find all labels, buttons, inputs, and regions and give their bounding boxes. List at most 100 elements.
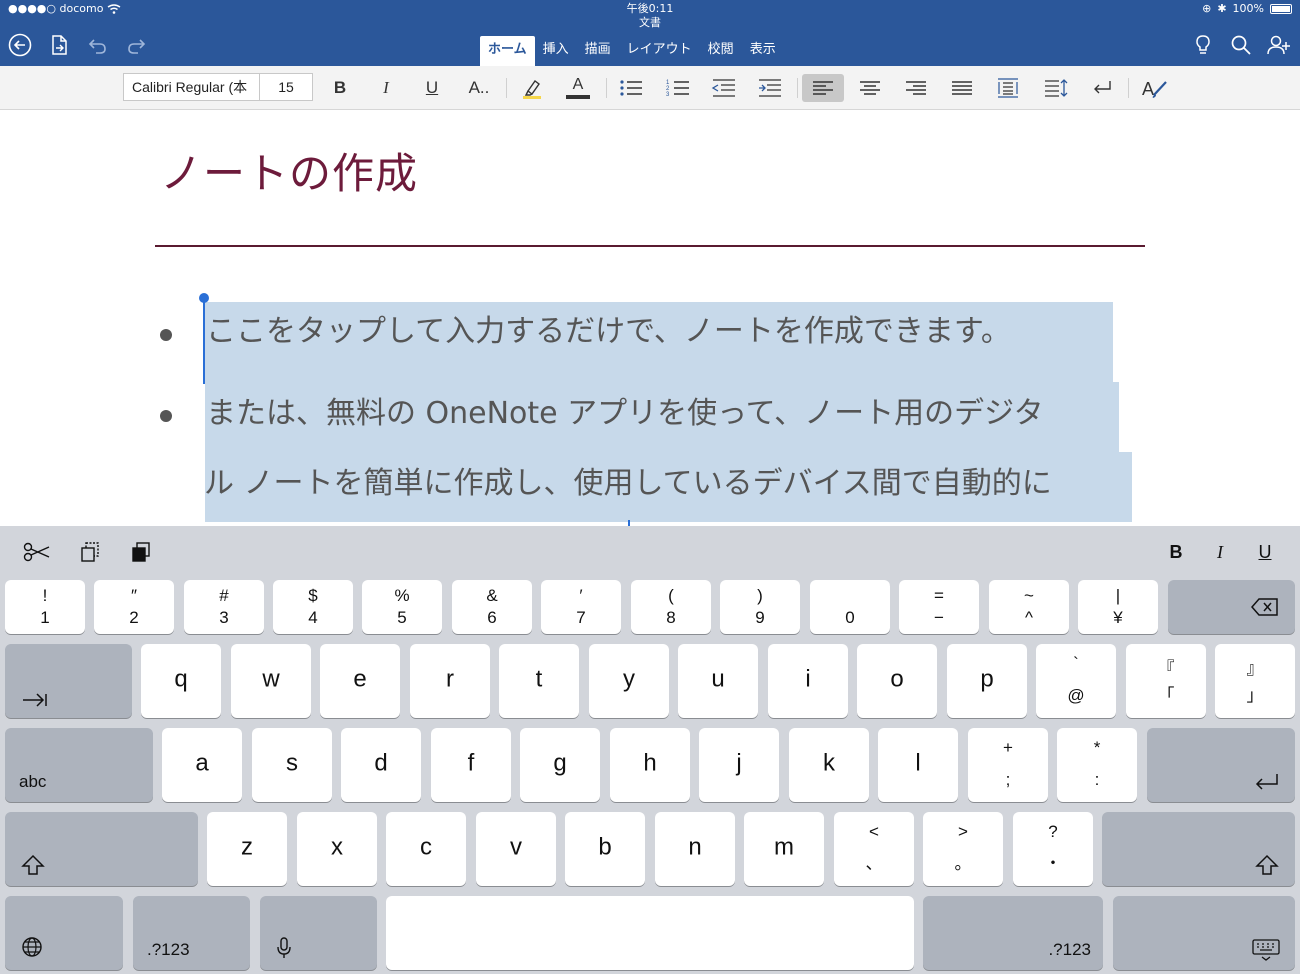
key-2[interactable]: ″ 2 bbox=[94, 580, 174, 634]
key-1[interactable]: ! 1 bbox=[5, 580, 85, 634]
tab-home[interactable]: ホーム bbox=[480, 36, 535, 66]
key-8[interactable]: (8 bbox=[631, 580, 711, 634]
tab-insert[interactable]: 挿入 bbox=[535, 36, 577, 66]
font-size-field[interactable]: 15 bbox=[260, 79, 312, 95]
key-e[interactable]: e bbox=[320, 644, 400, 718]
italic-button[interactable]: I bbox=[368, 74, 404, 102]
shift-key-right[interactable] bbox=[1102, 812, 1295, 886]
keyboard-underline-button[interactable]: U bbox=[1250, 538, 1280, 566]
document-title[interactable]: ノートの作成 bbox=[160, 140, 418, 201]
key-t[interactable]: t bbox=[499, 644, 579, 718]
key-0[interactable]: 0 bbox=[810, 580, 890, 634]
paragraph-line[interactable]: ル ノートを簡単に作成し、使用しているデバイス間で自動的に bbox=[204, 464, 1052, 504]
dictation-key[interactable] bbox=[260, 896, 377, 970]
hide-keyboard-key[interactable] bbox=[1113, 896, 1295, 970]
underline-button[interactable]: U bbox=[414, 74, 450, 102]
back-button[interactable] bbox=[7, 32, 33, 58]
paragraph-line[interactable]: または、無料の OneNote アプリを使って、ノート用のデジタ bbox=[206, 394, 1044, 434]
key-m[interactable]: m bbox=[744, 812, 824, 886]
redo-button[interactable] bbox=[124, 32, 150, 58]
key-yen[interactable]: | ¥ bbox=[1078, 580, 1158, 634]
line-spacing-button[interactable] bbox=[1038, 74, 1074, 102]
tab-review[interactable]: 校閲 bbox=[700, 36, 742, 66]
increase-indent-button[interactable] bbox=[752, 74, 788, 102]
font-formatting-button[interactable]: A.. bbox=[461, 74, 497, 102]
key-k[interactable]: k bbox=[789, 728, 869, 802]
key-c[interactable]: c bbox=[386, 812, 466, 886]
key-w[interactable]: w bbox=[231, 644, 311, 718]
key-9[interactable]: ) 9 bbox=[720, 580, 800, 634]
show-marks-button[interactable] bbox=[1084, 74, 1120, 102]
key-y[interactable]: y bbox=[589, 644, 669, 718]
search-button[interactable] bbox=[1228, 32, 1254, 58]
key-period[interactable]: >。 bbox=[923, 812, 1003, 886]
key-z[interactable]: z bbox=[207, 812, 287, 886]
key-d[interactable]: d bbox=[341, 728, 421, 802]
key-semicolon[interactable]: +; bbox=[968, 728, 1048, 802]
key-f[interactable]: f bbox=[431, 728, 511, 802]
numbering-button[interactable]: 123 bbox=[660, 74, 696, 102]
tell-me-button[interactable] bbox=[1190, 32, 1216, 58]
tab-draw[interactable]: 描画 bbox=[577, 36, 619, 66]
shift-key-left[interactable] bbox=[5, 812, 198, 886]
key-at[interactable]: ` @ bbox=[1036, 644, 1116, 718]
bullets-button[interactable] bbox=[613, 74, 649, 102]
delete-key[interactable] bbox=[1168, 580, 1295, 634]
font-selector[interactable]: Calibri Regular (本 15 bbox=[123, 73, 313, 101]
space-key[interactable] bbox=[386, 896, 914, 970]
tab-layout[interactable]: レイアウト bbox=[619, 36, 700, 66]
document-canvas[interactable]: ノートの作成 ここをタップして入力するだけで、ノートを作成できます。 または、無… bbox=[0, 110, 1300, 526]
key-v[interactable]: v bbox=[476, 812, 556, 886]
share-button[interactable] bbox=[1266, 32, 1292, 58]
paste-button[interactable] bbox=[126, 538, 156, 566]
globe-key[interactable] bbox=[5, 896, 123, 970]
justify-button[interactable] bbox=[944, 74, 980, 102]
key-p[interactable]: p bbox=[947, 644, 1027, 718]
file-button[interactable] bbox=[46, 32, 72, 58]
key-u[interactable]: u bbox=[678, 644, 758, 718]
paragraph-line[interactable]: ここをタップして入力するだけで、ノートを作成できます。 bbox=[206, 312, 1011, 352]
key-o[interactable]: o bbox=[857, 644, 937, 718]
key-n[interactable]: n bbox=[655, 812, 735, 886]
key-comma[interactable]: <、 bbox=[834, 812, 914, 886]
key-open-bracket[interactable]: 『「 bbox=[1126, 644, 1206, 718]
key-b[interactable]: b bbox=[565, 812, 645, 886]
key-q[interactable]: q bbox=[141, 644, 221, 718]
font-name-field[interactable]: Calibri Regular (本 bbox=[124, 74, 260, 100]
key-a[interactable]: a bbox=[162, 728, 242, 802]
numbers-key-left[interactable]: .?123 bbox=[133, 896, 250, 970]
key-close-bracket[interactable]: 』」 bbox=[1215, 644, 1295, 718]
key-minus[interactable]: = − bbox=[899, 580, 979, 634]
key-s[interactable]: s bbox=[252, 728, 332, 802]
key-question[interactable]: ? ・ bbox=[1013, 812, 1093, 886]
key-x[interactable]: x bbox=[297, 812, 377, 886]
copy-button[interactable] bbox=[75, 538, 105, 566]
keyboard-bold-button[interactable]: B bbox=[1161, 538, 1191, 566]
align-left-button[interactable] bbox=[802, 74, 844, 102]
return-key[interactable] bbox=[1147, 728, 1295, 802]
highlight-button[interactable] bbox=[514, 74, 550, 102]
key-r[interactable]: r bbox=[410, 644, 490, 718]
styles-button[interactable]: A bbox=[1138, 74, 1174, 102]
key-colon[interactable]: *: bbox=[1057, 728, 1137, 802]
cut-button[interactable] bbox=[22, 538, 52, 566]
key-4[interactable]: $4 bbox=[273, 580, 353, 634]
key-3[interactable]: #3 bbox=[184, 580, 264, 634]
decrease-indent-button[interactable] bbox=[706, 74, 742, 102]
key-g[interactable]: g bbox=[520, 728, 600, 802]
key-5[interactable]: % 5 bbox=[362, 580, 442, 634]
tab-view[interactable]: 表示 bbox=[742, 36, 784, 66]
numbers-key-right[interactable]: .?123 bbox=[923, 896, 1103, 970]
key-i[interactable]: i bbox=[768, 644, 848, 718]
paragraph-spacing-button[interactable] bbox=[990, 74, 1026, 102]
tab-key[interactable] bbox=[5, 644, 132, 718]
bold-button[interactable]: B bbox=[322, 74, 358, 102]
undo-button[interactable] bbox=[84, 32, 110, 58]
keyboard-italic-button[interactable]: I bbox=[1205, 538, 1235, 566]
key-caret[interactable]: ~ ^ bbox=[989, 580, 1069, 634]
key-j[interactable]: j bbox=[699, 728, 779, 802]
key-7[interactable]: ′ 7 bbox=[541, 580, 621, 634]
align-right-button[interactable] bbox=[898, 74, 934, 102]
key-l[interactable]: l bbox=[878, 728, 958, 802]
key-6[interactable]: & 6 bbox=[452, 580, 532, 634]
